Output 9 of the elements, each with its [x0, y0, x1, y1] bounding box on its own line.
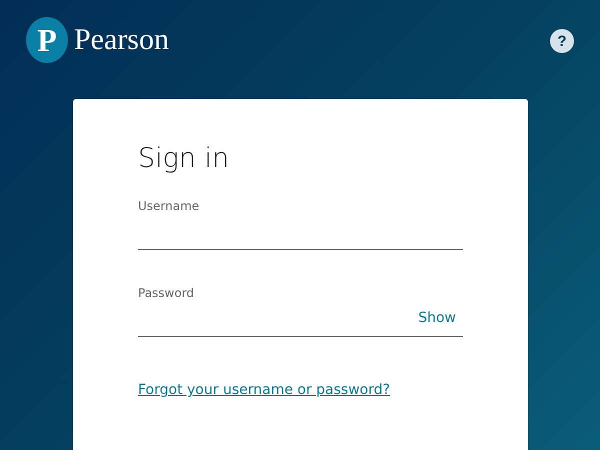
help-button[interactable]: ?: [550, 29, 574, 53]
password-field[interactable]: Show: [138, 300, 463, 337]
field-label: Password: [138, 286, 196, 300]
logo-mark: P: [26, 17, 68, 63]
field-label: Username: [138, 199, 200, 213]
sign-in-title: Sign in: [138, 142, 230, 176]
logo-text: Pearson: [74, 23, 169, 57]
show-password-link[interactable]: Show: [418, 310, 456, 326]
forgot-credentials-link[interactable]: Forgot your username or password?: [138, 382, 390, 398]
